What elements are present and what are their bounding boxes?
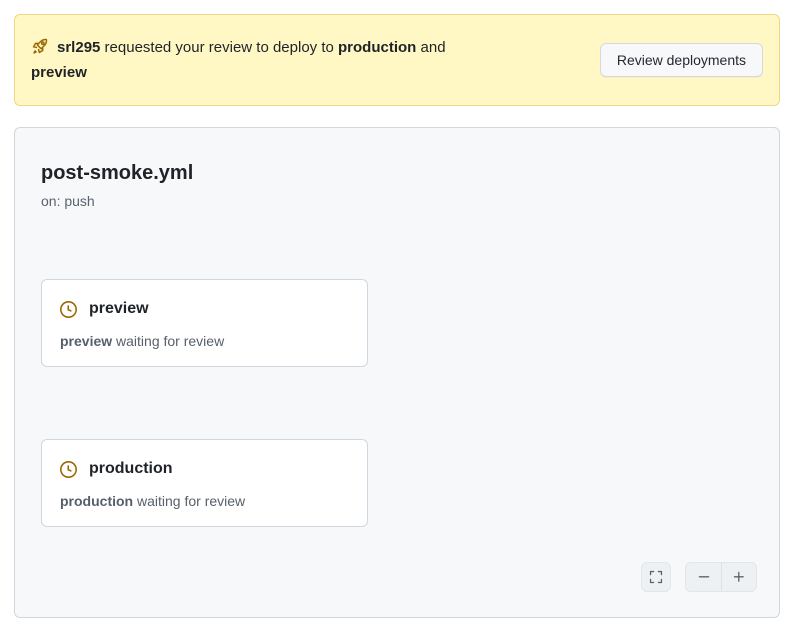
job-name: preview [89, 299, 149, 319]
fullscreen-button[interactable] [641, 562, 671, 592]
zoom-control-group [685, 562, 757, 592]
clock-icon [60, 461, 77, 478]
env-preview: preview [31, 60, 546, 85]
review-deployments-button[interactable]: Review deployments [600, 43, 763, 77]
screen-full-icon [649, 570, 663, 584]
workflow-graph-panel: post-smoke.yml on: push preview preview … [14, 127, 780, 618]
job-status-text: production waiting for review [60, 492, 349, 510]
job-card-preview[interactable]: preview preview waiting for review [41, 279, 368, 367]
env-production: production [338, 39, 416, 56]
graph-controls [641, 562, 757, 592]
job-header: preview [60, 299, 349, 319]
banner-message: srl295 requested your review to deploy t… [31, 35, 546, 85]
job-status-rest: waiting for review [112, 333, 224, 349]
job-name: production [89, 459, 173, 479]
workflow-header: post-smoke.yml on: push [15, 128, 779, 211]
job-status-env: production [60, 493, 133, 509]
actor-name: srl295 [57, 39, 100, 56]
job-card-production[interactable]: production production waiting for review [41, 439, 368, 527]
deployment-review-banner: srl295 requested your review to deploy t… [14, 14, 780, 106]
job-header: production [60, 459, 349, 479]
job-status-rest: waiting for review [133, 493, 245, 509]
zoom-in-button[interactable] [721, 563, 756, 591]
banner-and-text: and [416, 39, 445, 56]
banner-message-text: requested your review to deploy to [100, 39, 338, 56]
rocket-icon [31, 38, 48, 55]
zoom-out-button[interactable] [686, 563, 721, 591]
dash-icon [697, 570, 711, 584]
job-status-text: preview waiting for review [60, 332, 349, 350]
plus-icon [732, 570, 746, 584]
workflow-trigger: on: push [41, 191, 753, 211]
workflow-file-name: post-smoke.yml [41, 160, 753, 186]
clock-icon [60, 301, 77, 318]
job-status-env: preview [60, 333, 112, 349]
